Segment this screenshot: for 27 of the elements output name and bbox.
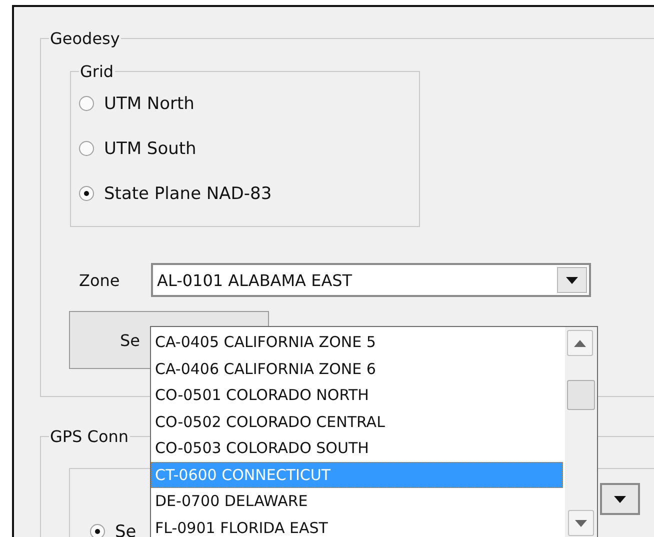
group-title: Grid <box>79 62 115 81</box>
scroll-up-button[interactable] <box>567 330 593 356</box>
list-item[interactable]: CO-0502 COLORADO CENTRAL <box>151 408 563 435</box>
radio-button[interactable] <box>79 186 94 201</box>
group-title: Geodesy <box>49 29 121 48</box>
caret-icon <box>614 496 626 502</box>
scroll-thumb[interactable] <box>567 380 595 410</box>
radio-button[interactable] <box>79 96 94 111</box>
caret-icon <box>575 520 587 526</box>
radio-button[interactable] <box>90 524 105 537</box>
dropdown[interactable] <box>600 483 640 515</box>
caret-icon <box>566 276 578 284</box>
field-label: Zone <box>79 270 121 290</box>
zone-dropdown[interactable]: AL-0101 ALABAMA EAST <box>151 263 591 297</box>
scroll-down-button[interactable] <box>568 510 594 536</box>
radio-label: Se <box>115 522 136 537</box>
list-item[interactable]: CO-0501 COLORADO NORTH <box>151 382 563 408</box>
radio-label: State Plane NAD-83 <box>104 184 272 204</box>
radio-label: UTM North <box>104 94 194 114</box>
caret-icon <box>574 340 586 346</box>
list-item[interactable]: CO-0503 COLORADO SOUTH <box>151 435 563 462</box>
list-item[interactable]: DE-0700 DELAWARE <box>151 488 563 514</box>
radio-button[interactable] <box>79 141 94 156</box>
list-item[interactable]: FL-0901 FLORIDA EAST <box>151 514 563 537</box>
radio-label: UTM South <box>104 138 196 158</box>
scrollbar[interactable] <box>565 327 597 537</box>
group-title: GPS Conn <box>49 427 130 446</box>
